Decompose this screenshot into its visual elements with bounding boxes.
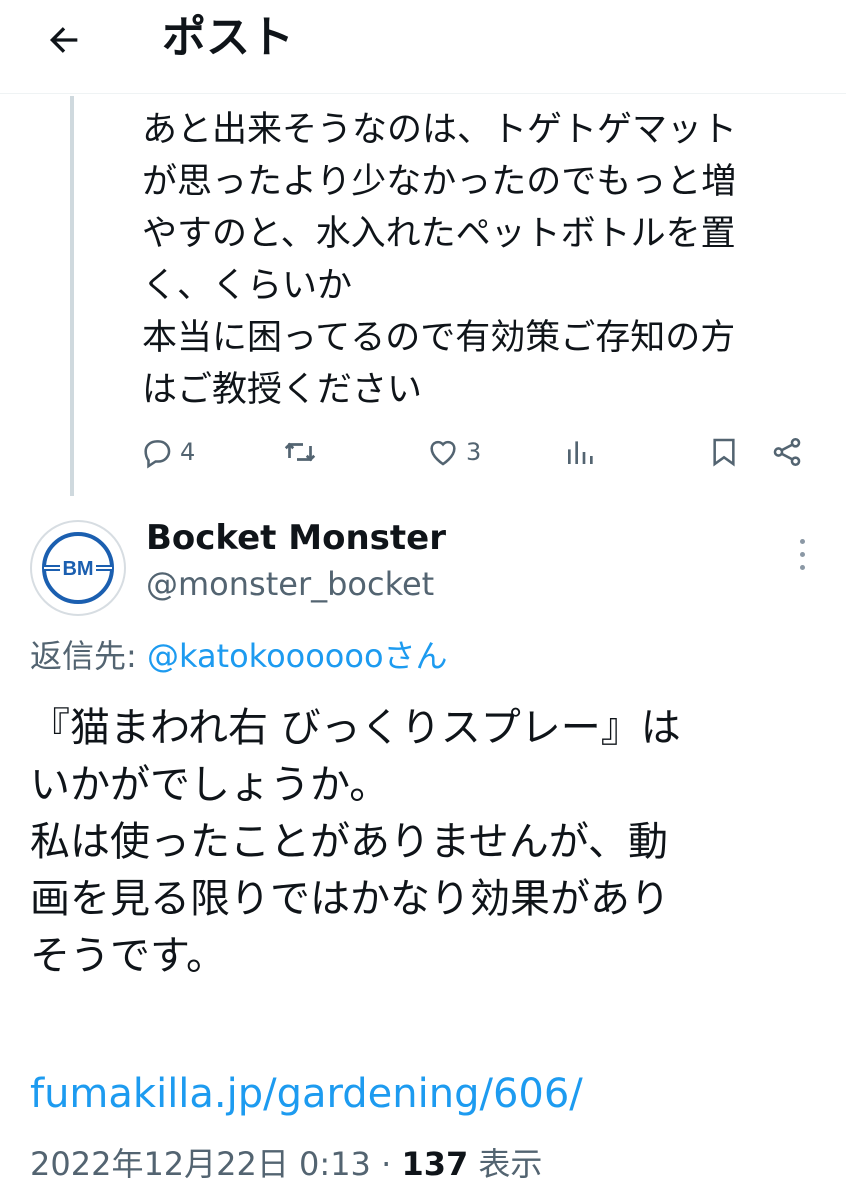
- back-button[interactable]: [36, 12, 92, 68]
- share-icon: [773, 437, 801, 467]
- like-count: 3: [466, 438, 482, 466]
- views-button[interactable]: [564, 430, 596, 474]
- page-title: ポスト: [162, 12, 294, 63]
- parent-post-text: あと出来そうなのは、トゲトゲマット が思ったより少なかったのでもっと増 やすのと…: [142, 110, 738, 410]
- share-button[interactable]: [770, 430, 804, 474]
- external-link[interactable]: fumakilla.jp/gardening/606/: [30, 1064, 583, 1124]
- bar-chart-icon: [568, 441, 593, 464]
- reply-post-text: 『猫まわれ右 びっくりスプレー』は いかがでしょうか。 私は使ったことがありませ…: [30, 705, 681, 979]
- more-vertical-icon: [799, 551, 805, 557]
- arrow-left-icon: [49, 27, 78, 53]
- user-handle[interactable]: @monster_bocket: [146, 562, 434, 606]
- speech-bubble-icon: [144, 440, 171, 469]
- reply-to-line: 返信先: @katokooooooさん: [30, 632, 448, 680]
- like-button[interactable]: 3: [426, 430, 481, 474]
- reply-to-suffix[interactable]: さん: [384, 637, 448, 675]
- timestamp[interactable]: 2022年12月22日 0:13: [30, 1145, 371, 1183]
- post-metadata: 2022年12月22日 0:13 · 137 表示: [30, 1138, 542, 1190]
- retweet-icon: [284, 442, 316, 462]
- views-count: 137: [401, 1145, 469, 1183]
- reply-to-label: 返信先:: [30, 637, 147, 675]
- parent-post-action-bar: 4 3: [0, 430, 846, 474]
- views-label: 表示: [468, 1145, 543, 1183]
- display-name[interactable]: Bocket Monster: [146, 516, 446, 560]
- more-vertical-icon: [799, 564, 805, 570]
- avatar[interactable]: BM: [30, 520, 126, 616]
- heart-icon: [430, 440, 456, 466]
- retweet-button[interactable]: [282, 430, 324, 474]
- reply-button[interactable]: 4: [140, 430, 195, 474]
- reply-count: 4: [180, 438, 196, 466]
- bm-logo: BM: [42, 532, 114, 604]
- more-vertical-icon: [799, 538, 805, 544]
- meta-separator: ·: [370, 1145, 402, 1183]
- avatar-text: BM: [62, 558, 93, 580]
- reply-to-mention-link[interactable]: @katokoooooo: [147, 637, 384, 675]
- bookmark-icon: [713, 438, 735, 467]
- top-bar: ポスト: [0, 0, 846, 94]
- more-options-button[interactable]: [788, 532, 816, 576]
- bookmark-button[interactable]: [708, 430, 740, 474]
